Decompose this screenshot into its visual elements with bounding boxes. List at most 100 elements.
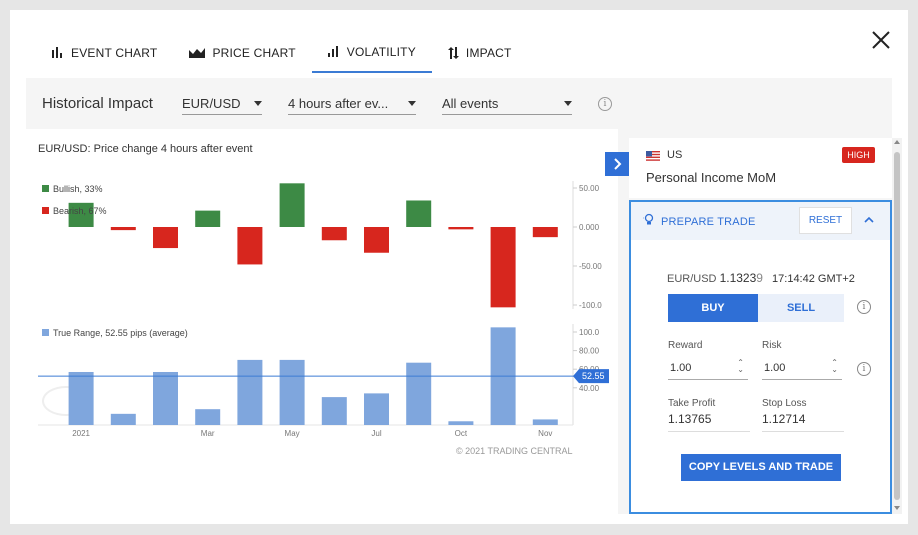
quote-pair: EUR/USD [667, 273, 717, 285]
legend-label: True Range, 52.55 pips (average) [53, 328, 188, 338]
scrollbar-thumb[interactable] [894, 152, 900, 500]
reward-stepper[interactable]: 1.00 ⌃ ⌄ [668, 354, 748, 380]
true-range-bar [279, 359, 305, 425]
bearish-bar [448, 227, 474, 230]
bearish-bar [153, 227, 178, 249]
event-header: US HIGH Personal Income MoM [629, 138, 892, 198]
legend-swatch [42, 185, 49, 192]
x-tick-label: May [285, 429, 300, 438]
bearish-bar [110, 227, 136, 231]
y-tick-label: 40.00 [579, 384, 600, 393]
volatility-chart: 50.00 0.000 -50.00 -100.0 Bullish, 33% Bearis… [38, 181, 609, 438]
event-country: US [667, 149, 683, 161]
legend-swatch [42, 329, 49, 336]
chevron-right-icon [614, 158, 622, 170]
trade-side-panel: US HIGH Personal Income MoM PREPARE TRAD… [629, 138, 892, 514]
filter-bar: Historical Impact EUR/USD 4 hours after … [26, 78, 892, 129]
legend-label: Bullish, 33% [53, 184, 103, 194]
chart-copyright: © 2021 TRADING CENTRAL [456, 446, 573, 456]
y-tick-label: -100.0 [579, 301, 602, 310]
prepare-trade-header: PREPARE TRADE RESET [631, 202, 890, 240]
quote-time: 17:14:42 GMT+2 [772, 273, 855, 285]
true-range-bar [448, 421, 474, 425]
tab-event-chart[interactable]: EVENT CHART [36, 32, 173, 73]
stop-loss-value: 1.12714 [762, 412, 806, 426]
true-range-bar [321, 397, 347, 425]
scroll-up-icon[interactable] [894, 140, 900, 144]
chart-area: EUR/USD: Price change 4 hours after even… [26, 129, 618, 514]
close-icon[interactable] [870, 29, 892, 51]
info-icon[interactable]: i [598, 97, 612, 111]
prepare-trade-title: PREPARE TRADE [661, 216, 756, 228]
true-range-bar [532, 419, 558, 425]
bearish-bar [364, 227, 389, 253]
legend-swatch [42, 207, 49, 214]
bearish-bar [490, 227, 516, 308]
x-tick-label: Oct [455, 429, 468, 438]
true-range-bar [153, 371, 178, 425]
stepper-arrows-icon[interactable]: ⌃ ⌄ [831, 359, 838, 374]
true-range-bar [195, 409, 221, 425]
copy-levels-and-trade-button[interactable]: COPY LEVELS AND TRADE [681, 454, 841, 481]
divider [762, 431, 844, 432]
buy-button[interactable]: BUY [668, 294, 758, 322]
true-range-bar [68, 371, 94, 425]
pair-dropdown-value: EUR/USD [182, 96, 241, 111]
info-icon[interactable]: i [857, 362, 871, 376]
info-icon[interactable]: i [857, 300, 871, 314]
stop-loss-label: Stop Loss [762, 398, 807, 409]
tab-volatility[interactable]: VOLATILITY [311, 32, 432, 73]
legend-label: Bearish, 67% [53, 206, 107, 216]
reset-button[interactable]: RESET [799, 207, 852, 234]
expand-panel-button[interactable] [605, 152, 629, 176]
true-range-bar [406, 362, 432, 425]
chevron-up-icon[interactable] [863, 215, 875, 225]
tab-impact[interactable]: IMPACT [432, 32, 528, 73]
y-tick-label: 100.0 [579, 328, 600, 337]
risk-label: Risk [762, 340, 782, 351]
side-panel-scrollbar[interactable] [892, 138, 902, 514]
y-tick-label: 80.00 [579, 347, 600, 356]
bar-chart-icon [52, 47, 62, 58]
risk-stepper[interactable]: 1.00 ⌃ ⌄ [762, 354, 842, 380]
sell-button[interactable]: SELL [758, 294, 844, 322]
time-dropdown[interactable]: 4 hours after ev... [288, 93, 416, 115]
bullish-bar [279, 183, 305, 227]
prepare-trade-card: PREPARE TRADE RESET EUR/USD 1.13239 17:1… [629, 200, 892, 514]
take-profit-label: Take Profit [668, 398, 716, 409]
events-dropdown[interactable]: All events [442, 93, 572, 115]
tab-bar: EVENT CHART PRICE CHART VOLATILITY IMPAC… [36, 32, 528, 73]
events-dropdown-value: All events [442, 96, 499, 111]
price-quote: EUR/USD 1.13239 17:14:42 GMT+2 [667, 271, 855, 285]
quote-price-last-digit: 9 [756, 271, 763, 285]
stepper-arrows-icon[interactable]: ⌃ ⌄ [737, 359, 744, 374]
tab-price-chart[interactable]: PRICE CHART [173, 32, 311, 73]
scroll-down-icon[interactable] [894, 506, 900, 510]
event-name: Personal Income MoM [646, 170, 777, 185]
true-range-bar [364, 393, 389, 425]
bullish-bar [195, 210, 221, 227]
y-tick-label: -50.00 [579, 262, 602, 271]
buy-sell-toggle: BUY SELL [668, 294, 844, 322]
volatility-icon [327, 46, 338, 57]
risk-value: 1.00 [764, 362, 786, 374]
x-tick-label: 2021 [72, 429, 90, 438]
bearish-bar [532, 227, 558, 238]
us-flag-icon [646, 151, 660, 161]
take-profit-value: 1.13765 [668, 412, 712, 426]
y-tick-label: 50.00 [579, 184, 600, 193]
bearish-bar [237, 227, 263, 265]
lightbulb-icon [643, 213, 654, 225]
tab-label: VOLATILITY [346, 44, 416, 59]
tab-label: IMPACT [465, 45, 512, 60]
divider [668, 431, 750, 432]
tab-label: PRICE CHART [212, 45, 296, 60]
up-down-arrows-icon [447, 46, 459, 59]
pair-dropdown[interactable]: EUR/USD [182, 93, 262, 115]
chevron-down-icon [564, 101, 572, 106]
true-range-bar [237, 359, 263, 425]
x-tick-label: Mar [201, 429, 215, 438]
time-dropdown-value: 4 hours after ev... [288, 96, 389, 111]
x-tick-label: Nov [538, 429, 552, 438]
reward-value: 1.00 [670, 362, 692, 374]
